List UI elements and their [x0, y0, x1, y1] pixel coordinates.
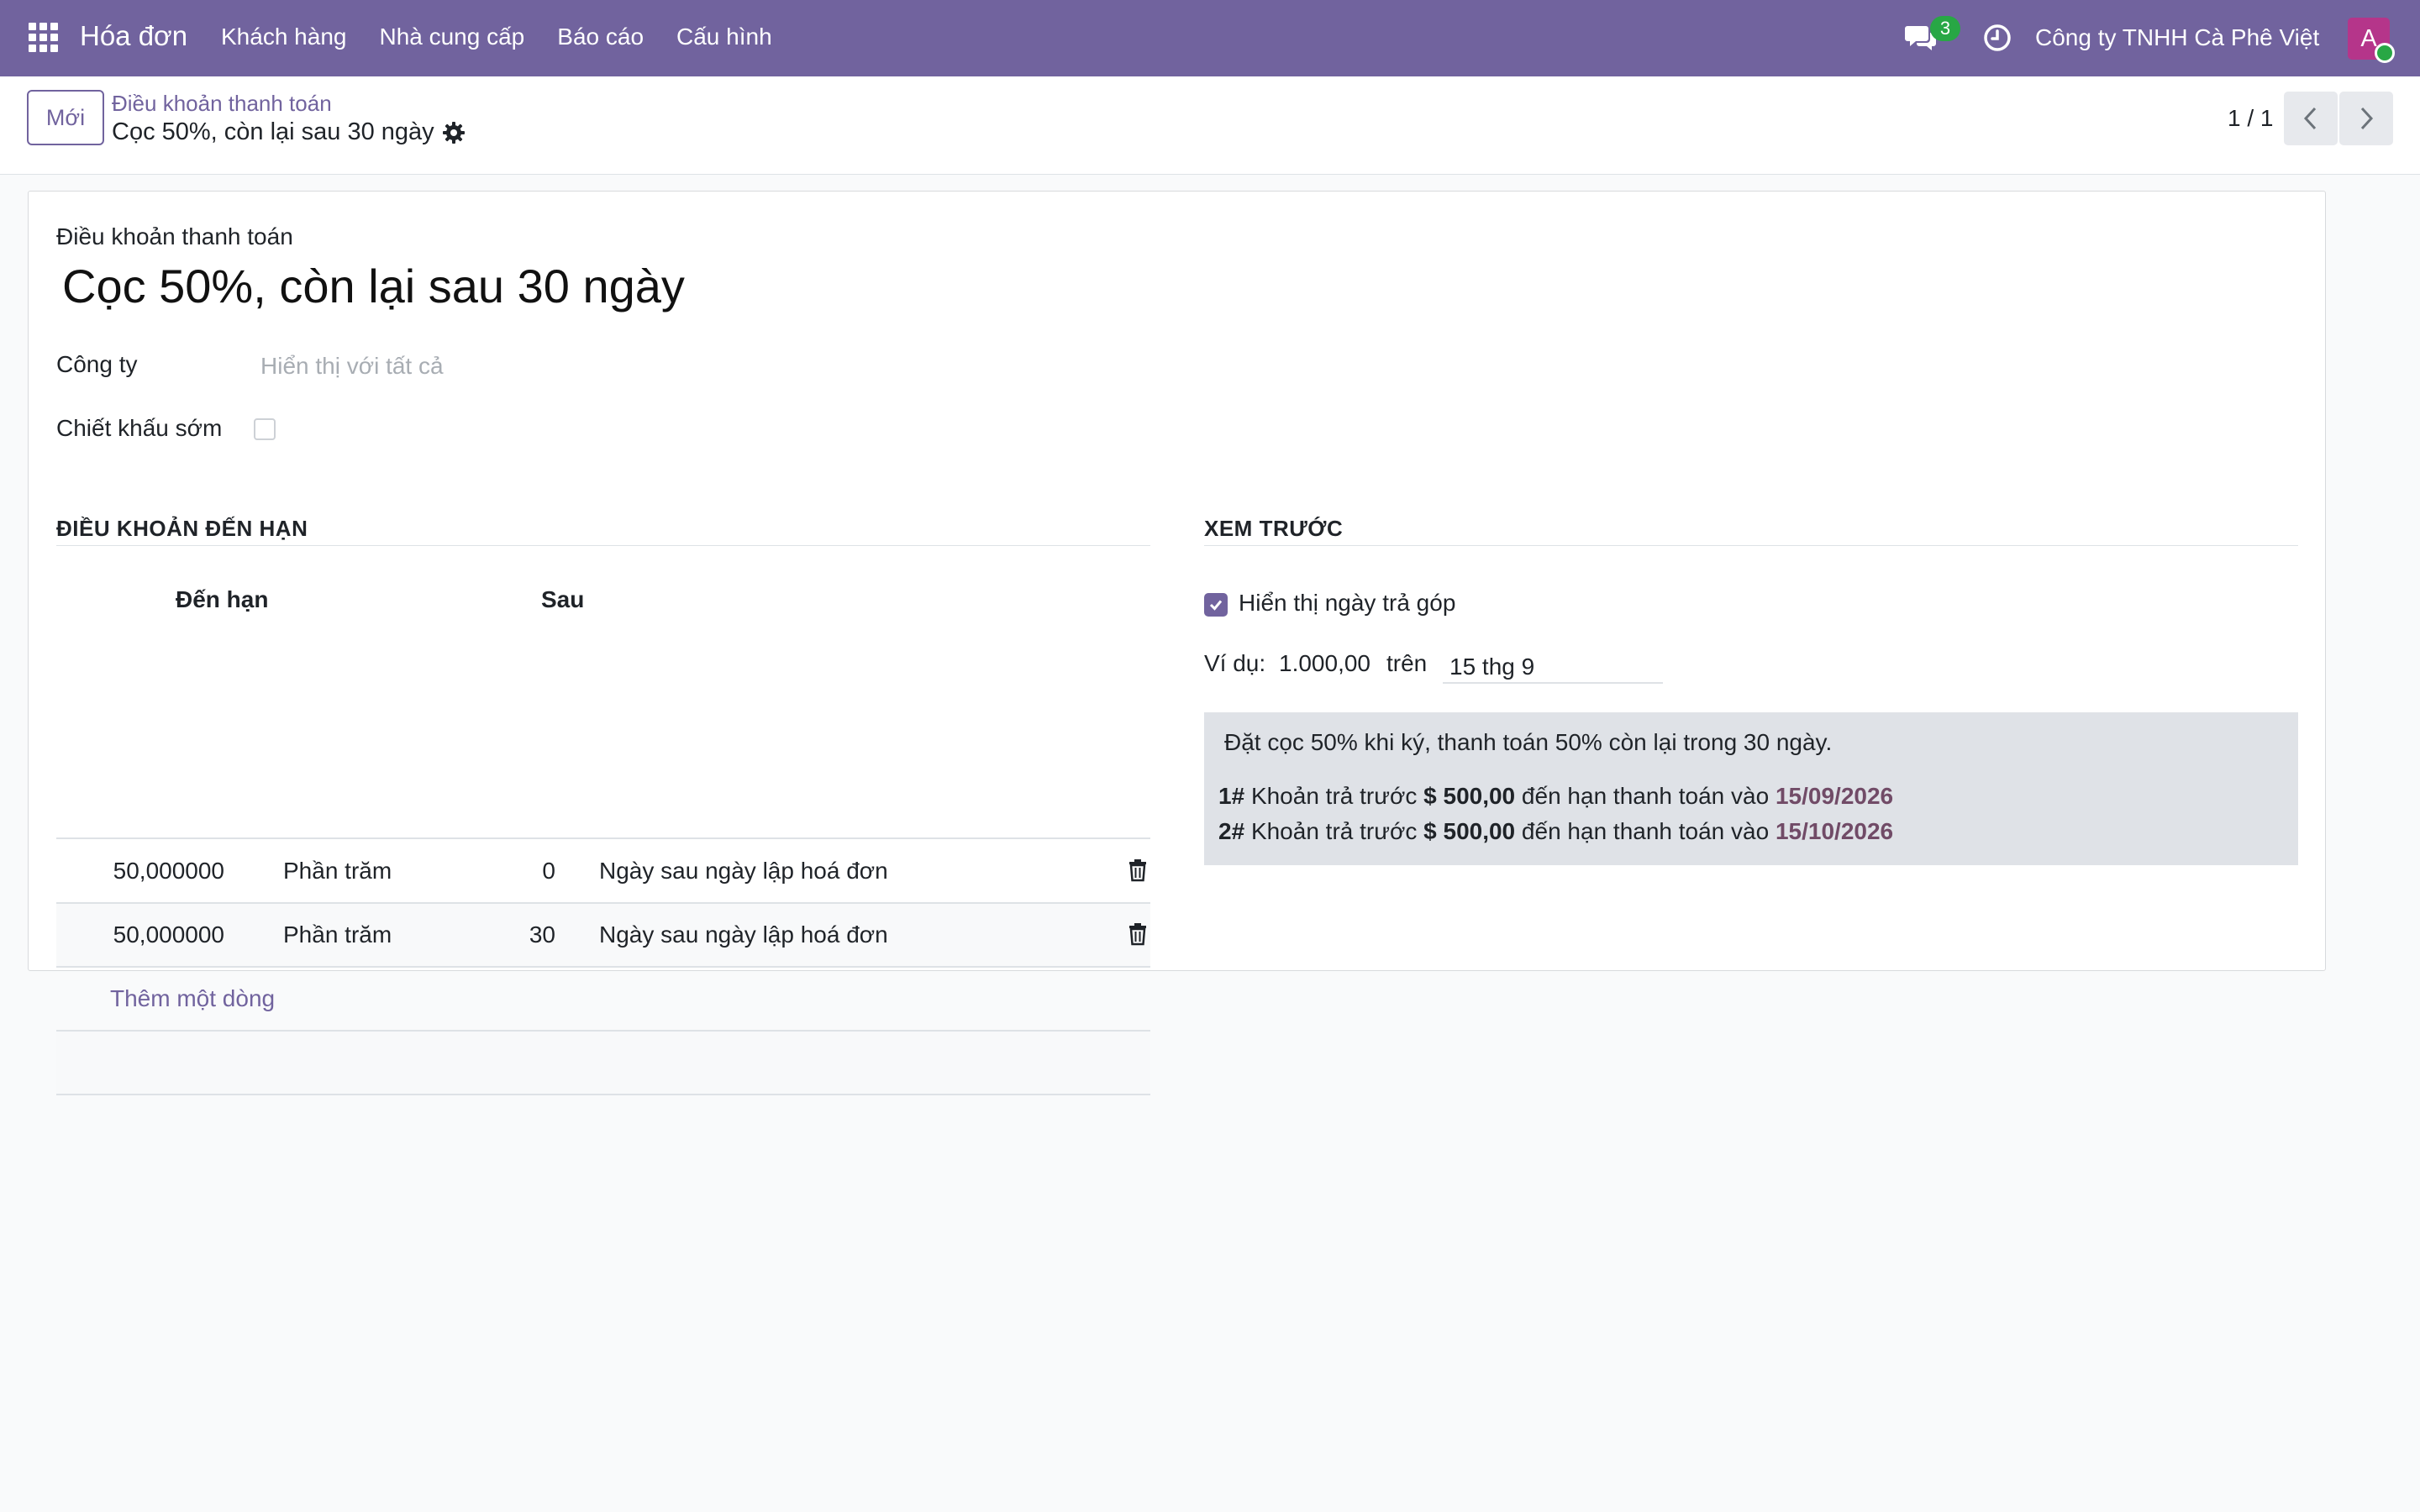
- gear-icon[interactable]: [442, 121, 466, 144]
- installment-line: 2# Khoản trả trước $ 500,00 đến hạn than…: [1218, 818, 1893, 845]
- show-installments-label[interactable]: Hiển thị ngày trả góp: [1239, 590, 1455, 617]
- early-discount-checkbox[interactable]: [254, 418, 276, 440]
- table-row[interactable]: 50,000000 Phần trăm 30 Ngày sau ngày lập…: [56, 904, 1150, 966]
- column-header-after[interactable]: Sau: [541, 586, 584, 613]
- trash-icon[interactable]: [1128, 858, 1148, 882]
- installment-date: 15/10/2026: [1775, 818, 1894, 844]
- installment-date: 15/09/2026: [1775, 783, 1894, 809]
- due-unit-cell[interactable]: Phần trăm: [283, 921, 392, 948]
- app-name[interactable]: Hóa đơn: [80, 20, 187, 52]
- preview-section-title: XEM TRƯỚC: [1204, 516, 1344, 541]
- section-divider: [1204, 545, 2298, 546]
- menu-item-reports[interactable]: Báo cáo: [557, 24, 644, 50]
- app-grid-icon[interactable]: [29, 23, 59, 53]
- preview-box: Đặt cọc 50% khi ký, thanh toán 50% còn l…: [1204, 712, 2298, 865]
- pager-next-button[interactable]: [2339, 92, 2393, 145]
- installment-amount: $ 500,00: [1423, 783, 1516, 809]
- control-panel: Mới Điều khoản thanh toán Cọc 50%, còn l…: [0, 76, 2420, 175]
- installment-text: Khoản trả trước: [1250, 818, 1418, 844]
- example-amount: 1.000,00: [1279, 650, 1370, 676]
- form-sheet: Điều khoản thanh toán Cọc 50%, còn lại s…: [28, 191, 2326, 1095]
- due-days-cell[interactable]: 0: [542, 858, 555, 885]
- show-installments-checkbox[interactable]: [1204, 593, 1228, 617]
- top-navbar: Hóa đơn Khách hàng Nhà cung cấp Báo cáo …: [0, 0, 2420, 76]
- company-input[interactable]: [260, 349, 681, 383]
- section-divider: [56, 545, 1150, 546]
- due-option-cell[interactable]: Ngày sau ngày lập hoá đơn: [599, 858, 888, 885]
- due-unit-cell[interactable]: Phần trăm: [283, 858, 392, 885]
- menu-item-configuration[interactable]: Cấu hình: [676, 24, 772, 50]
- main-menu: Khách hàng Nhà cung cấp Báo cáo Cấu hình: [221, 24, 805, 50]
- pager-previous-button[interactable]: [2284, 92, 2338, 145]
- add-line-row: Thêm một dòng: [56, 968, 1150, 1030]
- example-date-input[interactable]: [1443, 642, 1663, 684]
- record-type-label: Điều khoản thanh toán: [56, 223, 293, 249]
- trash-icon[interactable]: [1128, 922, 1148, 946]
- preview-note: Đặt cọc 50% khi ký, thanh toán 50% còn l…: [1224, 729, 1833, 755]
- due-terms-section-title: ĐIỀU KHOẢN ĐẾN HẠN: [56, 516, 308, 541]
- due-value-cell[interactable]: 50,000000: [113, 858, 224, 885]
- table-empty-row: [56, 1032, 1150, 1094]
- breadcrumb-parent[interactable]: Điều khoản thanh toán: [112, 91, 332, 117]
- pager-value[interactable]: 1 / 1: [2228, 105, 2273, 132]
- chevron-right-icon: [2360, 107, 2374, 130]
- breadcrumb-current: Cọc 50%, còn lại sau 30 ngày: [112, 118, 434, 145]
- table-divider: [56, 1094, 1150, 1095]
- company-label: Công ty: [56, 351, 138, 377]
- early-discount-label: Chiết khấu sớm: [56, 415, 223, 441]
- installment-amount: $ 500,00: [1423, 818, 1516, 844]
- due-value-cell[interactable]: 50,000000: [113, 921, 224, 948]
- company-switcher[interactable]: Công ty TNHH Cà Phê Việt: [2035, 24, 2319, 51]
- installment-due-text: đến hạn thanh toán vào: [1521, 783, 1770, 809]
- example-label: Ví dụ:: [1204, 650, 1266, 676]
- menu-item-customers[interactable]: Khách hàng: [221, 24, 346, 50]
- chat-count-badge: 3: [1930, 16, 1960, 41]
- add-line-link[interactable]: Thêm một dòng: [110, 985, 275, 1012]
- installment-line: 1# Khoản trả trước $ 500,00 đến hạn than…: [1218, 783, 1893, 810]
- installment-due-text: đến hạn thanh toán vào: [1521, 818, 1770, 844]
- example-on-label: trên: [1386, 650, 1428, 676]
- activity-clock-icon[interactable]: [1983, 24, 2012, 52]
- table-row[interactable]: 50,000000 Phần trăm 0 Ngày sau ngày lập …: [56, 840, 1150, 902]
- table-divider: [56, 837, 1150, 839]
- menu-item-vendors[interactable]: Nhà cung cấp: [379, 24, 524, 50]
- installment-index: 1#: [1218, 783, 1245, 809]
- due-option-cell[interactable]: Ngày sau ngày lập hoá đơn: [599, 921, 888, 948]
- new-button[interactable]: Mới: [27, 90, 104, 145]
- due-days-cell[interactable]: 30: [529, 921, 555, 948]
- installment-text: Khoản trả trước: [1250, 783, 1418, 809]
- record-name-field[interactable]: Cọc 50%, còn lại sau 30 ngày: [62, 259, 685, 313]
- chevron-left-icon: [2303, 107, 2317, 130]
- column-header-due[interactable]: Đến hạn: [176, 586, 268, 613]
- installment-index: 2#: [1218, 818, 1245, 844]
- online-status-dot: [2375, 43, 2395, 63]
- checkmark-icon: [1209, 600, 1223, 611]
